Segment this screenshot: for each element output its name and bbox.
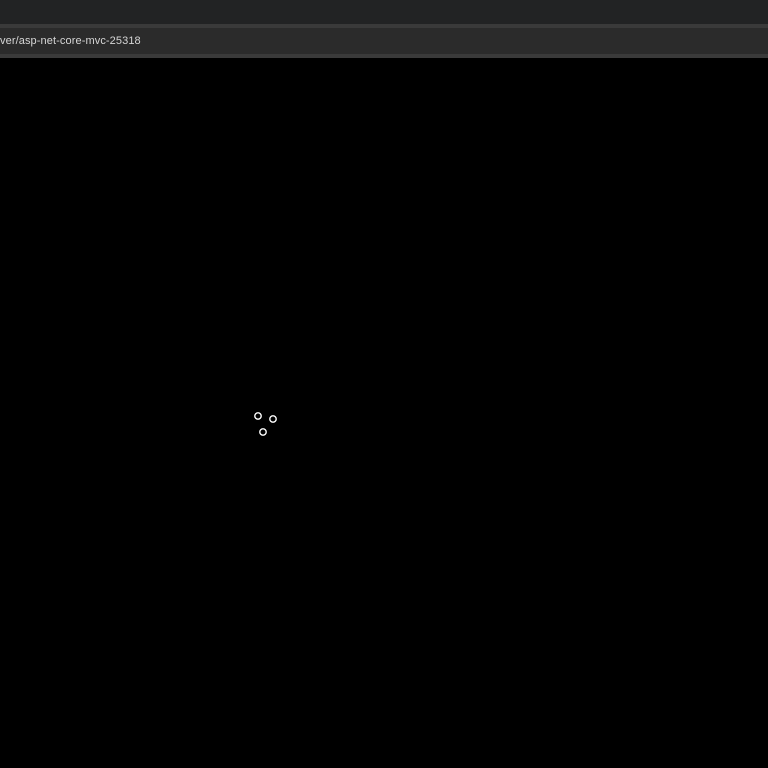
address-url[interactable]: ver/asp-net-core-mvc-25318 — [0, 28, 141, 54]
page-content — [0, 58, 768, 768]
tab-strip — [0, 0, 768, 24]
loading-spinner-icon — [254, 412, 277, 436]
spinner-dot — [269, 415, 277, 423]
spinner-dot — [259, 428, 267, 436]
address-bar[interactable]: ver/asp-net-core-mvc-25318 — [0, 28, 768, 54]
spinner-dot — [254, 412, 262, 420]
browser-window: ver/asp-net-core-mvc-25318 — [0, 0, 768, 768]
